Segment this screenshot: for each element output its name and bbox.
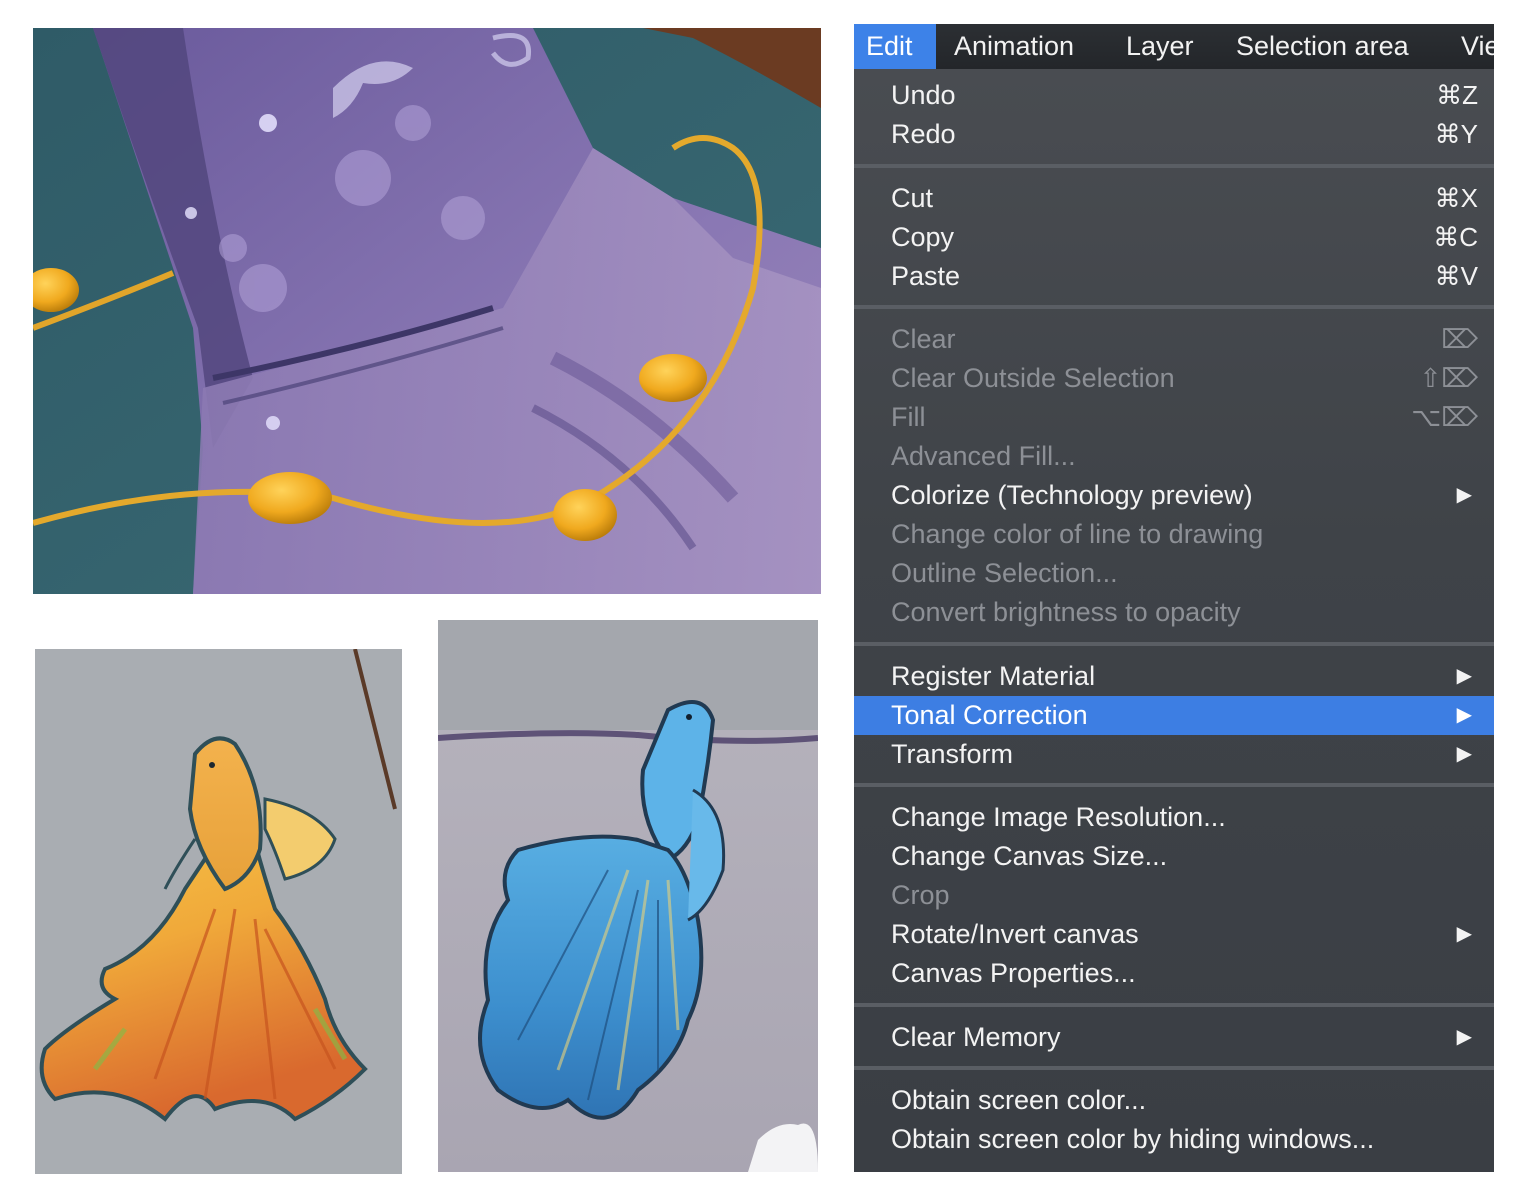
menu-item-crop: Crop <box>854 876 1494 915</box>
menu-item-change-image-resolution[interactable]: Change Image Resolution... <box>854 798 1494 837</box>
edit-menu-window: Edit Animation Layer Selection area Vie … <box>854 24 1494 1172</box>
transform-label: Transform <box>891 739 1014 769</box>
menu-item-outline-selection: Outline Selection... <box>854 554 1494 593</box>
cut-shortcut: ⌘X <box>1434 183 1478 213</box>
artwork-garment-closeup <box>33 28 821 594</box>
submenu-arrow-icon: ▶ <box>1456 743 1472 765</box>
undo-shortcut: ⌘Z <box>1436 80 1478 110</box>
clear-shortcut: ⌦ <box>1441 324 1478 354</box>
menu-item-register-material[interactable]: Register Material ▶ <box>854 657 1494 696</box>
obtain-color-label: Obtain screen color... <box>891 1085 1147 1115</box>
menubar-view[interactable]: Vie <box>1449 24 1494 69</box>
clear-outside-shortcut: ⇧⌦ <box>1419 363 1478 393</box>
menu-item-paste[interactable]: Paste ⌘V <box>854 257 1494 296</box>
redo-label: Redo <box>891 119 956 149</box>
menu-separator <box>854 783 1494 787</box>
register-material-label: Register Material <box>891 661 1096 691</box>
menu-item-change-canvas-size[interactable]: Change Canvas Size... <box>854 837 1494 876</box>
menu-item-cut[interactable]: Cut ⌘X <box>854 179 1494 218</box>
colorize-label: Colorize (Technology preview) <box>891 480 1253 510</box>
menu-item-redo[interactable]: Redo ⌘Y <box>854 115 1494 154</box>
menu-item-advanced-fill: Advanced Fill... <box>854 437 1494 476</box>
submenu-arrow-icon: ▶ <box>1456 923 1472 945</box>
obtain-color-hiding-label: Obtain screen color by hiding windows... <box>891 1124 1375 1154</box>
blue-fish-image <box>438 620 818 1172</box>
menu-separator <box>854 642 1494 646</box>
menu-item-fill: Fill ⌥⌦ <box>854 398 1494 437</box>
fill-shortcut: ⌥⌦ <box>1411 402 1478 432</box>
submenu-arrow-icon: ▶ <box>1456 484 1472 506</box>
menu-item-rotate-invert-canvas[interactable]: Rotate/Invert canvas ▶ <box>854 915 1494 954</box>
menu-item-clear-outside-selection: Clear Outside Selection ⇧⌦ <box>854 359 1494 398</box>
advanced-fill-label: Advanced Fill... <box>891 441 1076 471</box>
menu-item-obtain-screen-color[interactable]: Obtain screen color... <box>854 1081 1494 1120</box>
menu-item-clear: Clear ⌦ <box>854 320 1494 359</box>
clear-outside-label: Clear Outside Selection <box>891 363 1175 393</box>
clear-memory-label: Clear Memory <box>891 1022 1061 1052</box>
copy-shortcut: ⌘C <box>1433 222 1478 252</box>
menu-item-tonal-correction[interactable]: Tonal Correction ▶ <box>854 696 1494 735</box>
tonal-correction-label: Tonal Correction <box>891 700 1088 730</box>
menu-separator <box>854 1003 1494 1007</box>
copy-label: Copy <box>891 222 955 252</box>
rotate-invert-label: Rotate/Invert canvas <box>891 919 1139 949</box>
submenu-arrow-icon: ▶ <box>1456 1026 1472 1048</box>
outline-selection-label: Outline Selection... <box>891 558 1118 588</box>
menu-item-change-line-color: Change color of line to drawing <box>854 515 1494 554</box>
artwork-blue-fish <box>438 620 818 1172</box>
menu-item-brightness-to-opacity: Convert brightness to opacity <box>854 593 1494 632</box>
submenu-arrow-icon: ▶ <box>1456 665 1472 687</box>
menu-item-canvas-properties[interactable]: Canvas Properties... <box>854 954 1494 993</box>
menu-item-clear-memory[interactable]: Clear Memory ▶ <box>854 1018 1494 1057</box>
menubar-layer[interactable]: Layer <box>1114 24 1206 69</box>
menu-item-undo[interactable]: Undo ⌘Z <box>854 76 1494 115</box>
fill-label: Fill <box>891 402 926 432</box>
submenu-arrow-icon: ▶ <box>1456 704 1472 726</box>
menu-item-transform[interactable]: Transform ▶ <box>854 735 1494 774</box>
change-line-color-label: Change color of line to drawing <box>891 519 1264 549</box>
menu-item-copy[interactable]: Copy ⌘C <box>854 218 1494 257</box>
clear-label: Clear <box>891 324 956 354</box>
menu-item-colorize[interactable]: Colorize (Technology preview) ▶ <box>854 476 1494 515</box>
menu-bar: Edit Animation Layer Selection area Vie <box>854 24 1494 69</box>
paste-label: Paste <box>891 261 961 291</box>
menu-separator <box>854 1066 1494 1070</box>
canvas-size-label: Change Canvas Size... <box>891 841 1168 871</box>
crop-label: Crop <box>891 880 950 910</box>
cut-label: Cut <box>891 183 934 213</box>
artwork-garment-image <box>33 28 821 594</box>
image-resolution-label: Change Image Resolution... <box>891 802 1226 832</box>
artwork-gold-fish <box>35 649 402 1174</box>
menu-item-obtain-screen-color-hiding[interactable]: Obtain screen color by hiding windows... <box>854 1120 1494 1159</box>
gold-fish-image <box>35 649 402 1174</box>
menubar-selection-area[interactable]: Selection area <box>1224 24 1421 69</box>
undo-label: Undo <box>891 80 956 110</box>
redo-shortcut: ⌘Y <box>1434 119 1478 149</box>
menubar-edit[interactable]: Edit <box>854 24 936 69</box>
paste-shortcut: ⌘V <box>1434 261 1478 291</box>
brightness-opacity-label: Convert brightness to opacity <box>891 597 1241 627</box>
menu-separator <box>854 164 1494 168</box>
menu-separator <box>854 305 1494 309</box>
menubar-animation[interactable]: Animation <box>942 24 1086 69</box>
canvas-properties-label: Canvas Properties... <box>891 958 1136 988</box>
